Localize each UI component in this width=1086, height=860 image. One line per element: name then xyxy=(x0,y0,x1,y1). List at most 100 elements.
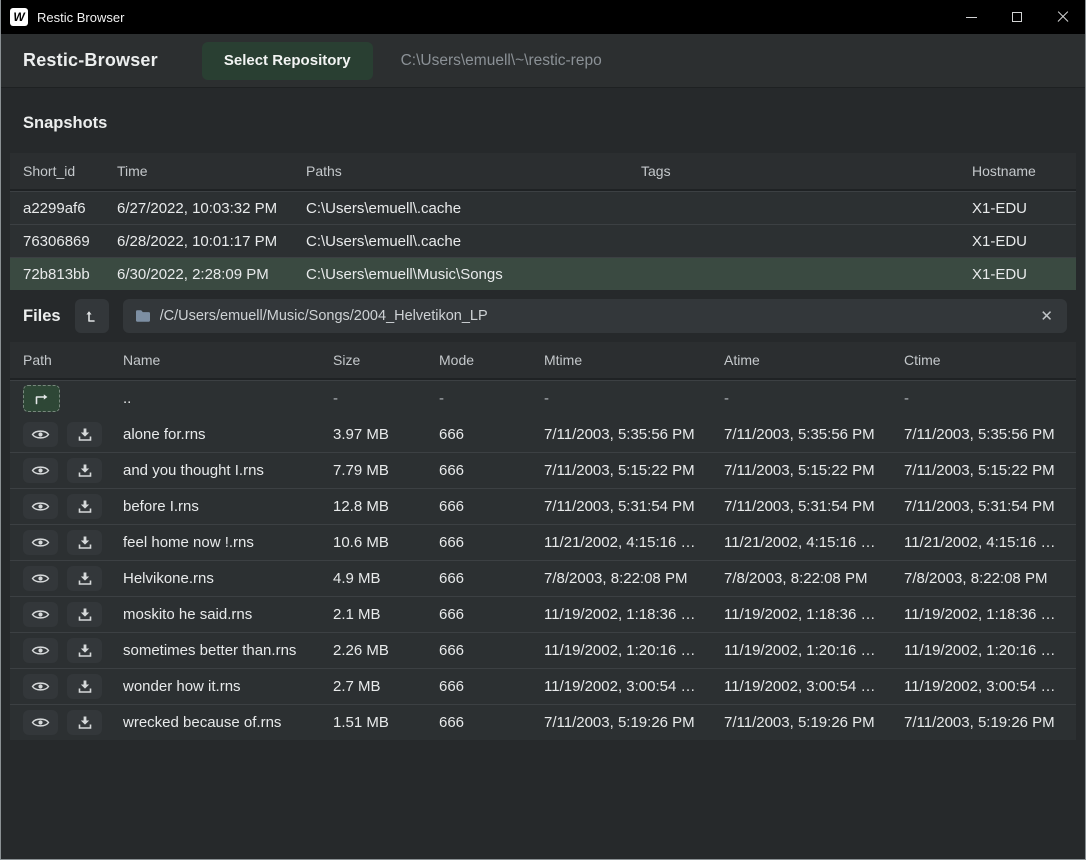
snapshot-row[interactable]: 76306869 6/28/2022, 10:01:17 PM C:\Users… xyxy=(10,224,1076,257)
file-atime: 11/19/2002, 3:00:54 … xyxy=(711,678,891,695)
download-icon xyxy=(77,427,93,442)
preview-file-button[interactable] xyxy=(23,530,58,555)
eye-icon xyxy=(31,680,50,693)
minimize-button[interactable] xyxy=(948,0,994,34)
file-row[interactable]: wonder how it.rns 2.7 MB 666 11/19/2002,… xyxy=(10,668,1076,704)
parent-directory-row[interactable]: .. - - - - - xyxy=(10,380,1076,416)
files-heading-label: Files xyxy=(23,307,61,326)
file-mode: 666 xyxy=(426,642,531,659)
file-size: 3.97 MB xyxy=(320,426,426,443)
file-name: wrecked because of.rns xyxy=(110,714,320,731)
maximize-icon xyxy=(1012,12,1022,22)
download-file-button[interactable] xyxy=(67,458,102,483)
window-title: Restic Browser xyxy=(37,10,124,25)
download-file-button[interactable] xyxy=(67,530,102,555)
file-size: 2.26 MB xyxy=(320,642,426,659)
download-file-button[interactable] xyxy=(67,638,102,663)
column-header-hostname: Hostname xyxy=(959,163,1076,179)
file-name: sometimes better than.rns xyxy=(110,642,320,659)
snapshot-time: 6/30/2022, 2:28:09 PM xyxy=(104,266,293,283)
snapshots-heading: Snapshots xyxy=(1,88,1085,153)
preview-file-button[interactable] xyxy=(23,674,58,699)
preview-file-button[interactable] xyxy=(23,422,58,447)
file-ctime: 7/8/2003, 8:22:08 PM xyxy=(891,570,1076,587)
select-repository-button[interactable]: Select Repository xyxy=(202,42,373,80)
file-mtime: 7/11/2003, 5:31:54 PM xyxy=(531,498,711,515)
files-table-header: Path Name Size Mode Mtime Atime Ctime xyxy=(10,342,1076,380)
files-table: Path Name Size Mode Mtime Atime Ctime ..… xyxy=(10,342,1076,740)
column-header-mode: Mode xyxy=(426,352,531,368)
file-ctime: 7/11/2003, 5:19:26 PM xyxy=(891,714,1076,731)
file-mtime: 11/19/2002, 3:00:54 … xyxy=(531,678,711,695)
file-atime: 7/11/2003, 5:31:54 PM xyxy=(711,498,891,515)
preview-file-button[interactable] xyxy=(23,710,58,735)
download-file-button[interactable] xyxy=(67,674,102,699)
eye-icon xyxy=(31,464,50,477)
snapshot-time: 6/28/2022, 10:01:17 PM xyxy=(104,233,293,250)
download-icon xyxy=(77,463,93,478)
file-mode: - xyxy=(426,390,531,407)
download-file-button[interactable] xyxy=(67,422,102,447)
clear-path-button[interactable]: ✕ xyxy=(1036,307,1057,326)
file-row[interactable]: alone for.rns 3.97 MB 666 7/11/2003, 5:3… xyxy=(10,416,1076,452)
preview-file-button[interactable] xyxy=(23,566,58,591)
snapshot-short-id: 76306869 xyxy=(10,233,104,250)
preview-file-button[interactable] xyxy=(23,602,58,627)
snapshots-heading-label: Snapshots xyxy=(23,114,107,132)
file-ctime: 7/11/2003, 5:15:22 PM xyxy=(891,462,1076,479)
snapshot-row[interactable]: 72b813bb 6/30/2022, 2:28:09 PM C:\Users\… xyxy=(10,257,1076,290)
path-bar[interactable]: /C/Users/emuell/Music/Songs/2004_Helveti… xyxy=(123,299,1067,333)
file-size: 2.7 MB xyxy=(320,678,426,695)
snapshot-hostname: X1-EDU xyxy=(959,266,1076,283)
eye-icon xyxy=(31,716,50,729)
go-parent-button[interactable] xyxy=(23,385,60,412)
file-row[interactable]: moskito he said.rns 2.1 MB 666 11/19/200… xyxy=(10,596,1076,632)
file-row[interactable]: wrecked because of.rns 1.51 MB 666 7/11/… xyxy=(10,704,1076,740)
close-button[interactable] xyxy=(1040,0,1086,34)
eye-icon xyxy=(31,572,50,585)
preview-file-button[interactable] xyxy=(23,494,58,519)
snapshot-paths: C:\Users\emuell\.cache xyxy=(293,233,628,250)
files-table-body: alone for.rns 3.97 MB 666 7/11/2003, 5:3… xyxy=(10,416,1076,740)
column-header-name: Name xyxy=(110,352,320,368)
column-header-short-id: Short_id xyxy=(10,163,104,179)
snapshot-row[interactable]: a2299af6 6/27/2022, 10:03:32 PM C:\Users… xyxy=(10,191,1076,224)
up-directory-icon xyxy=(84,308,100,324)
snapshot-paths: C:\Users\emuell\Music\Songs xyxy=(293,266,628,283)
file-row[interactable]: sometimes better than.rns 2.26 MB 666 11… xyxy=(10,632,1076,668)
file-ctime: 11/19/2002, 1:18:36 … xyxy=(891,606,1076,623)
close-icon xyxy=(1057,11,1069,23)
files-bar: Files /C/Users/emuell/Music/Songs/2004_H… xyxy=(1,290,1085,342)
column-header-tags: Tags xyxy=(628,163,959,179)
up-directory-button[interactable] xyxy=(75,299,109,333)
column-header-paths: Paths xyxy=(293,163,628,179)
titlebar[interactable]: W Restic Browser xyxy=(0,0,1086,34)
column-header-atime: Atime xyxy=(711,352,891,368)
file-row[interactable]: feel home now !.rns 10.6 MB 666 11/21/20… xyxy=(10,524,1076,560)
file-name: Helvikone.rns xyxy=(110,570,320,587)
file-name: wonder how it.rns xyxy=(110,678,320,695)
folder-icon xyxy=(135,309,151,323)
file-ctime: 11/21/2002, 4:15:16 … xyxy=(891,534,1076,551)
file-row[interactable]: before I.rns 12.8 MB 666 7/11/2003, 5:31… xyxy=(10,488,1076,524)
snapshot-paths: C:\Users\emuell\.cache xyxy=(293,200,628,217)
file-row[interactable]: Helvikone.rns 4.9 MB 666 7/8/2003, 8:22:… xyxy=(10,560,1076,596)
preview-file-button[interactable] xyxy=(23,458,58,483)
download-icon xyxy=(77,607,93,622)
download-file-button[interactable] xyxy=(67,602,102,627)
download-icon xyxy=(77,679,93,694)
file-ctime: 11/19/2002, 1:20:16 … xyxy=(891,642,1076,659)
download-file-button[interactable] xyxy=(67,566,102,591)
maximize-button[interactable] xyxy=(994,0,1040,34)
file-atime: 7/8/2003, 8:22:08 PM xyxy=(711,570,891,587)
file-ctime: - xyxy=(891,390,1076,407)
preview-file-button[interactable] xyxy=(23,638,58,663)
snapshots-table-body: a2299af6 6/27/2022, 10:03:32 PM C:\Users… xyxy=(10,191,1076,290)
download-file-button[interactable] xyxy=(67,494,102,519)
file-name: alone for.rns xyxy=(110,426,320,443)
download-file-button[interactable] xyxy=(67,710,102,735)
file-row[interactable]: and you thought I.rns 7.79 MB 666 7/11/2… xyxy=(10,452,1076,488)
file-atime: 11/19/2002, 1:18:36 … xyxy=(711,606,891,623)
file-mode: 666 xyxy=(426,498,531,515)
file-size: 1.51 MB xyxy=(320,714,426,731)
